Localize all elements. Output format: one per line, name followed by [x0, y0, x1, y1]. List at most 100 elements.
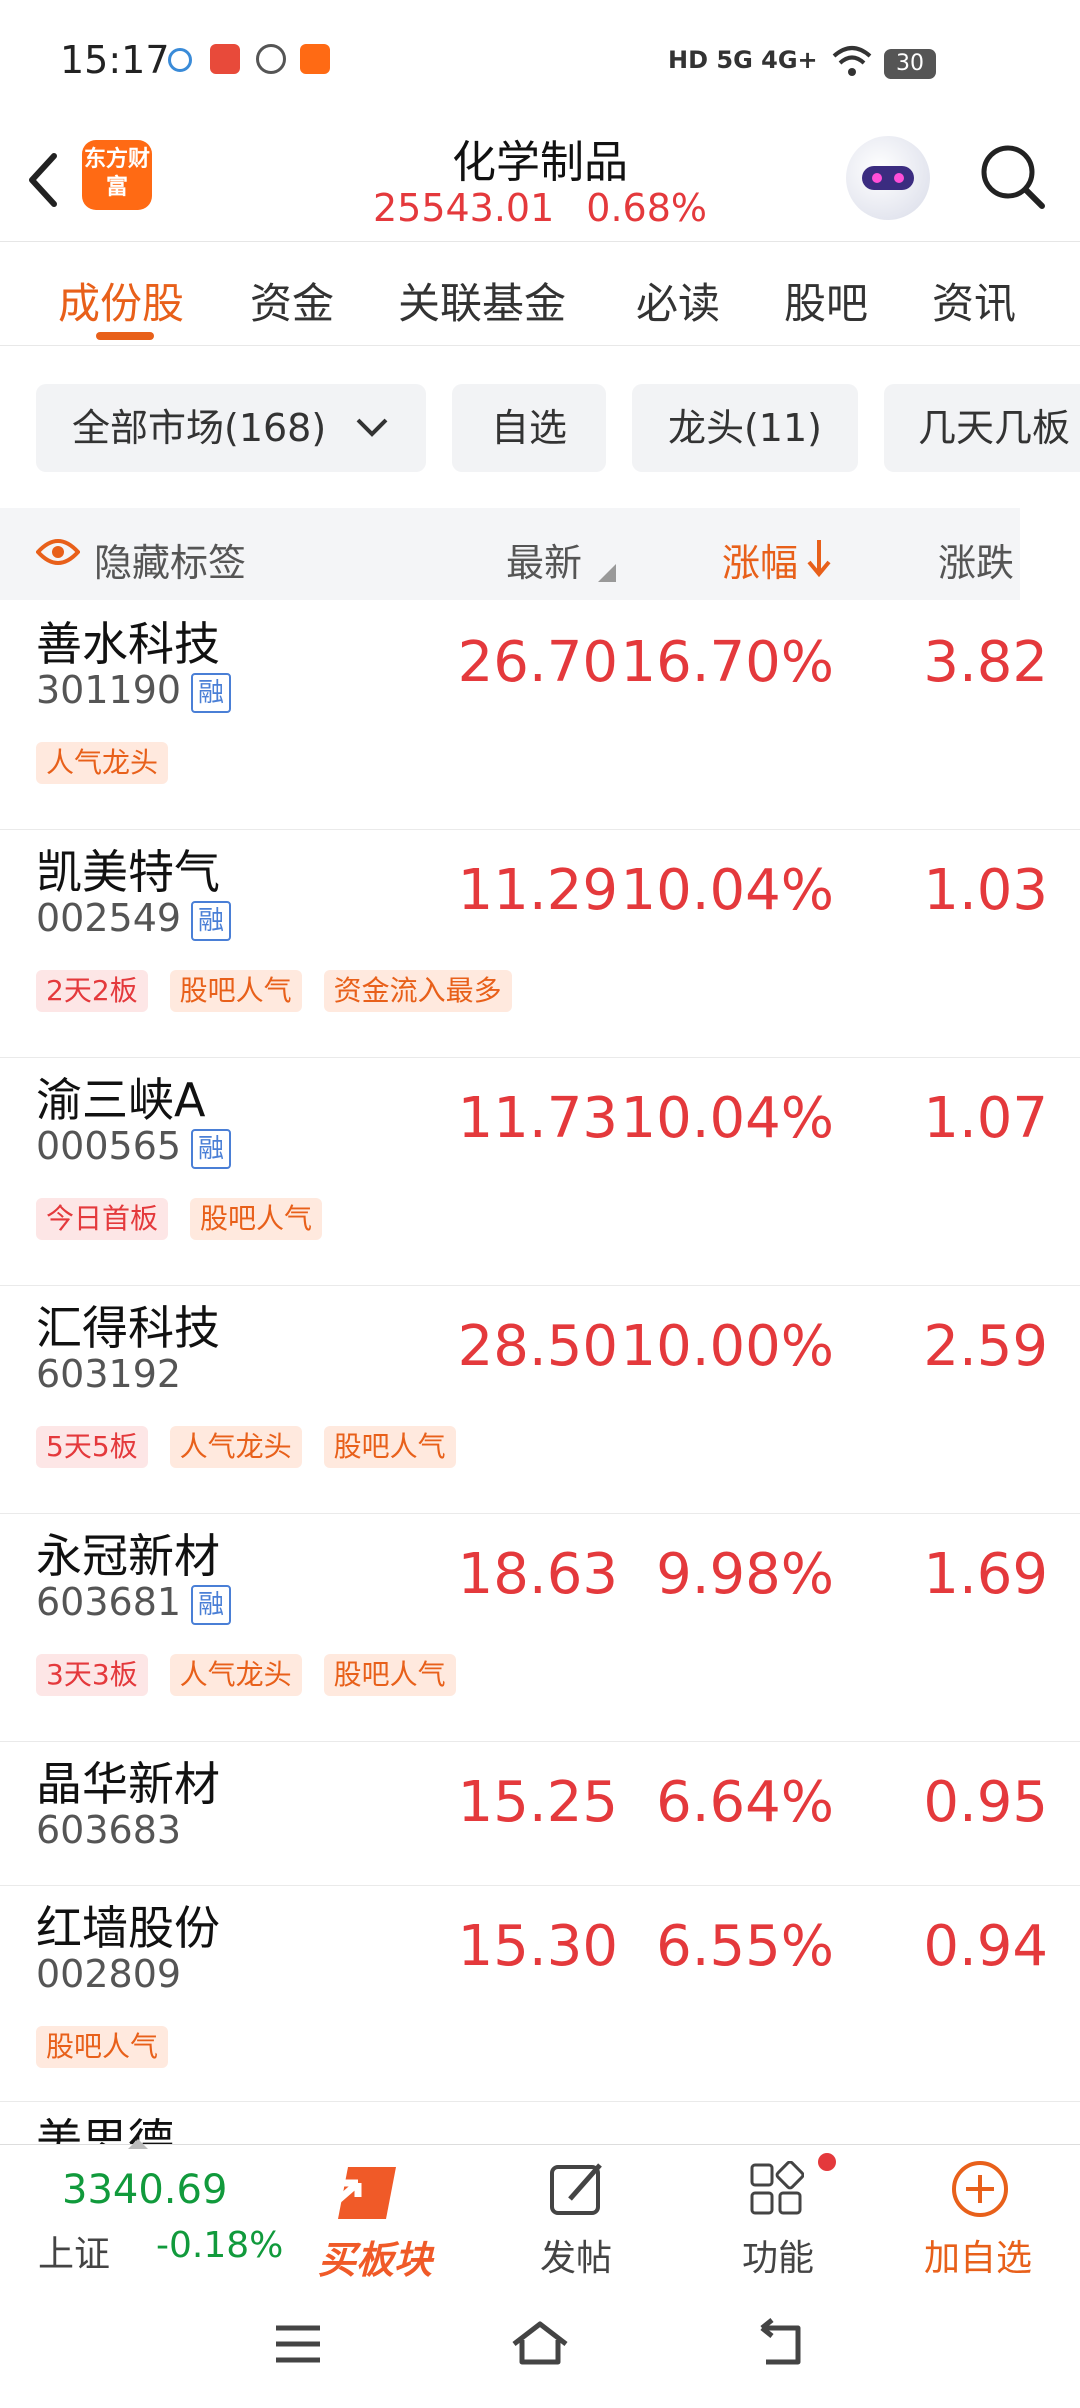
stock-row[interactable]: 凯美特气 002549 融 11.29 10.04% 1.03 2天2板 股吧人气 资金流入最多: [0, 830, 1080, 1058]
filter-consecutive-limit[interactable]: 几天几板: [884, 384, 1080, 472]
tag-list: 人气龙头: [36, 742, 190, 784]
tab-constituents[interactable]: 成份股: [58, 270, 184, 331]
stock-name: 渝三峡A: [36, 1073, 206, 1127]
menu-icon[interactable]: [272, 2322, 324, 2366]
wifi-icon: [832, 44, 872, 82]
post-icon: [548, 2159, 608, 2223]
stock-change: 1.69: [923, 1542, 1048, 1607]
column-change-pct[interactable]: 涨幅: [722, 532, 798, 587]
stock-tag: 股吧人气: [169, 970, 302, 1012]
active-tab-indicator: [96, 332, 154, 340]
stock-change: 1.03: [923, 858, 1048, 923]
filter-leaders[interactable]: 龙头(11): [632, 384, 858, 472]
stock-change: 1.07: [923, 1086, 1048, 1151]
tab-related-funds[interactable]: 关联基金: [398, 270, 566, 331]
stock-name: 红墙股份: [36, 1901, 220, 1955]
stock-code: 603681: [36, 1580, 182, 1624]
notification-dot: [818, 2153, 836, 2171]
stock-code-line: 002549 融: [36, 896, 232, 941]
bottom-nav: 3340.69 上证 -0.18% 买板块 发帖 功能 加自选: [0, 2139, 1080, 2284]
add-watchlist-button[interactable]: 加自选: [924, 2229, 1032, 2281]
stock-tag: 人气龙头: [169, 1654, 302, 1696]
header: 东方财富 化学制品 25543.01 0.68%: [0, 120, 1080, 242]
margin-trading-badge: 融: [191, 672, 232, 713]
notification-app-icon: [300, 44, 330, 74]
stock-code-line: 002809: [36, 1952, 181, 1996]
market-filter-dropdown[interactable]: 全部市场(168): [36, 384, 426, 472]
status-bar: 15:17 HD 5G 4G+ 30: [0, 0, 1080, 120]
home-icon[interactable]: [508, 2318, 572, 2368]
features-button[interactable]: 功能: [742, 2229, 814, 2281]
stock-name: 汇得科技: [36, 1301, 220, 1355]
stock-code-line: 301190 融: [36, 668, 232, 713]
status-time: 15:17: [60, 38, 170, 82]
stock-code: 603683: [36, 1808, 182, 1852]
stock-tag: 2天2板: [36, 970, 148, 1012]
shanghai-index-value[interactable]: 3340.69: [62, 2167, 227, 2213]
stock-change: 0.94: [923, 1914, 1048, 1979]
hide-tags-toggle[interactable]: 隐藏标签: [94, 532, 246, 587]
stock-code: 000565: [36, 1124, 182, 1168]
margin-trading-badge: 融: [191, 900, 232, 941]
stock-row[interactable]: 红墙股份 002809 15.30 6.55% 0.94 股吧人气: [0, 1886, 1080, 2102]
buy-board-button[interactable]: 买板块: [318, 2229, 432, 2284]
stock-code: 002549: [36, 896, 182, 940]
assistant-robot-icon[interactable]: [846, 136, 930, 220]
stock-change-pct: 10.04%: [620, 858, 834, 923]
post-button[interactable]: 发帖: [540, 2229, 612, 2281]
stock-price: 26.70: [457, 630, 618, 695]
sector-index-change: 0.68%: [586, 186, 708, 230]
stock-row[interactable]: 渝三峡A 000565 融 11.73 10.04% 1.07 今日首板 股吧人气: [0, 1058, 1080, 1286]
stock-code: 002809: [36, 1952, 182, 1996]
tag-list: 2天2板 股吧人气 资金流入最多: [36, 970, 534, 1012]
tab-forum[interactable]: 股吧: [784, 270, 868, 331]
margin-trading-badge: 融: [191, 1584, 232, 1625]
stock-tag: 今日首板: [36, 1198, 169, 1240]
stock-change-pct: 6.64%: [656, 1770, 834, 1835]
stock-name: 美思德: [36, 2114, 174, 2144]
tab-must-read[interactable]: 必读: [636, 270, 720, 331]
stock-code-line: 603681 融: [36, 1580, 232, 1625]
stock-price: 15.25: [457, 1770, 618, 1835]
stock-change-pct: 10.00%: [620, 1314, 834, 1379]
stock-tag: 股吧人气: [36, 2026, 169, 2068]
sort-triangle-icon: [598, 564, 616, 582]
tag-list: 3天3板 人气龙头 股吧人气: [36, 1654, 478, 1696]
column-change[interactable]: 涨跌: [938, 532, 1014, 587]
chevron-down-icon: [356, 418, 388, 437]
sector-index-value: 25543.01: [372, 186, 555, 230]
network-icon: HD 5G 4G+: [668, 46, 818, 74]
stock-code-line: 603192: [36, 1352, 181, 1396]
stock-code-line: 000565 融: [36, 1124, 232, 1169]
search-icon[interactable]: [976, 140, 1048, 212]
stock-name: 凯美特气: [36, 845, 220, 899]
stock-row[interactable]: 汇得科技 603192 28.50 10.00% 2.59 5天5板 人气龙头 股吧人气: [0, 1286, 1080, 1514]
tab-news[interactable]: 资讯: [932, 270, 1016, 331]
tab-funds-flow[interactable]: 资金: [250, 270, 334, 331]
stock-change: 0.95: [923, 1770, 1048, 1835]
stock-row[interactable]: 永冠新材 603681 融 18.63 9.98% 1.69 3天3板 人气龙头 股吧人气: [0, 1514, 1080, 1742]
sort-down-arrow-icon: [807, 540, 831, 578]
tab-bar: 成份股 资金 关联基金 必读 股吧 资讯: [0, 242, 1080, 346]
column-header: 隐藏标签 最新 涨幅 涨跌: [0, 508, 1020, 600]
stock-row[interactable]: 善水科技 301190 融 26.70 16.70% 3.82 人气龙头: [0, 602, 1080, 830]
stock-change: 2.59: [923, 1314, 1048, 1379]
battery-icon: 30: [884, 49, 936, 79]
market-filter-label: 全部市场(168): [72, 406, 327, 450]
stock-change-pct: 6.55%: [656, 1914, 834, 1979]
eye-icon[interactable]: [35, 536, 81, 568]
column-latest[interactable]: 最新: [506, 532, 582, 587]
stock-tag: 股吧人气: [190, 1198, 323, 1240]
tag-list: 今日首板 股吧人气: [36, 1198, 344, 1240]
stock-code: 603192: [36, 1352, 182, 1396]
stock-tag: 股吧人气: [323, 1654, 456, 1696]
stock-change-pct: 9.98%: [656, 1542, 834, 1607]
stock-price: 28.50: [457, 1314, 618, 1379]
back-nav-icon[interactable]: [754, 2318, 808, 2368]
shanghai-index-name: 上证: [38, 2234, 111, 2275]
stock-tag: 人气龙头: [169, 1426, 302, 1468]
stock-name: 永冠新材: [36, 1529, 220, 1583]
filter-watchlist[interactable]: 自选: [452, 384, 606, 472]
stock-row[interactable]: 晶华新材 603683 15.25 6.64% 0.95: [0, 1742, 1080, 1886]
stock-tag: 3天3板: [36, 1654, 148, 1696]
